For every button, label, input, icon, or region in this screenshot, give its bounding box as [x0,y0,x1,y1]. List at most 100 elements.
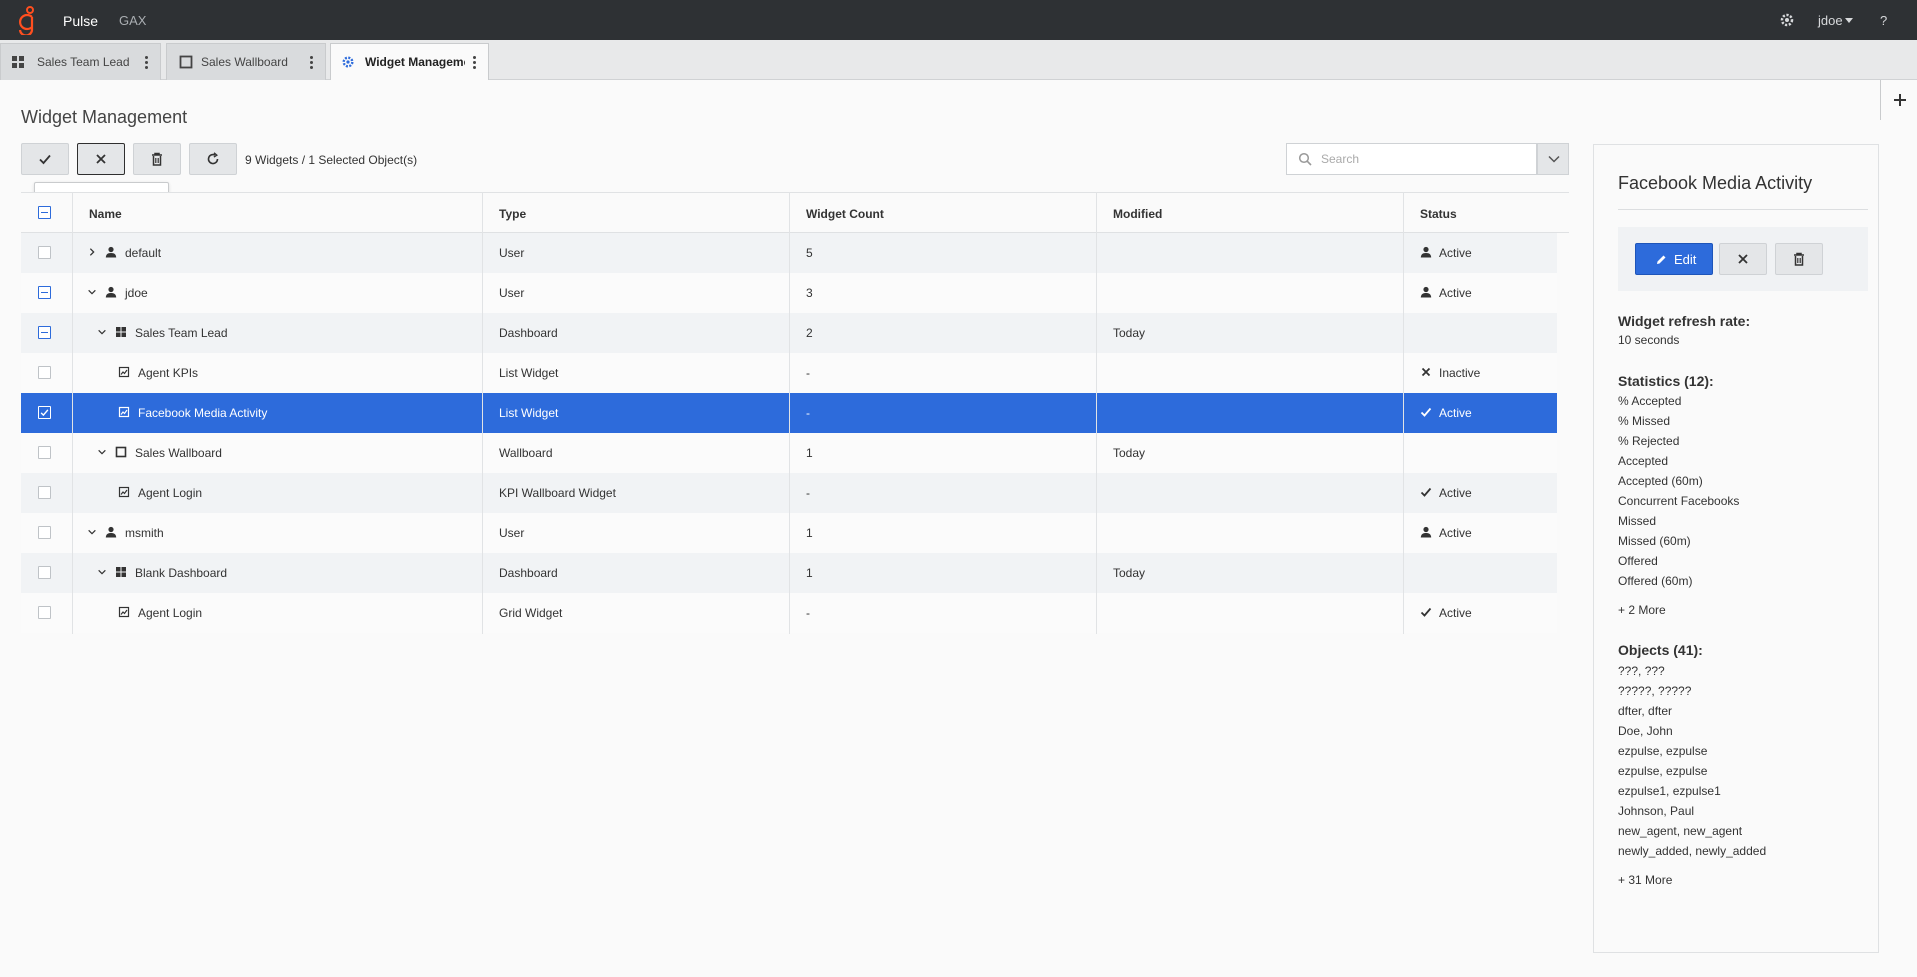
deactivate-button[interactable] [77,143,125,175]
gax-link[interactable]: GAX [119,13,146,28]
objects-heading: Objects (41): [1618,642,1703,658]
selection-summary: 9 Widgets / 1 Selected Object(s) [245,153,418,167]
row-count: 1 [806,566,813,580]
person-icon [105,286,117,298]
person-icon [105,246,117,258]
statistic-item: Accepted (60m) [1618,474,1703,488]
row-name: msmith [125,526,164,540]
tab-sales-wallboard[interactable]: Sales Wallboard [166,43,326,80]
column-header-status[interactable]: Status [1420,207,1457,221]
row-count: - [806,406,810,420]
widget-icon [118,366,130,378]
object-item: dfter, dfter [1618,704,1673,718]
column-header-widget-count[interactable]: Widget Count [806,207,884,221]
row-name: Agent Login [138,486,203,500]
search-input[interactable] [1321,150,1521,168]
tab-menu-icon[interactable] [308,54,314,72]
statistic-item: % Missed [1618,414,1671,428]
settings-gear-icon[interactable] [1778,11,1796,29]
column-divider [482,192,483,634]
row-type: List Widget [499,406,559,420]
column-header-name[interactable]: Name [89,207,122,221]
row-count: - [806,486,810,500]
person-icon [1420,246,1432,258]
delete-button[interactable] [133,143,181,175]
row-count: 1 [806,446,813,460]
chevron-down-icon[interactable] [97,327,107,337]
widget-icon [118,406,130,418]
check-icon [1420,407,1432,417]
top-bar: Pulse GAX jdoe ? [0,0,1917,40]
row-checkbox[interactable] [38,326,51,339]
tab-label: Widget Manageme [365,55,465,69]
row-modified: Today [1113,326,1146,340]
chevron-down-icon [1548,155,1560,163]
statistics-more-link[interactable]: + 2 More [1618,603,1666,617]
tab-widget-management[interactable]: Widget Manageme [330,43,489,80]
x-icon [1421,367,1431,377]
chevron-down-icon[interactable] [87,527,97,537]
row-checkbox[interactable] [38,366,51,379]
chevron-down-icon[interactable] [87,287,97,297]
row-status: Active [1439,486,1472,500]
statistics-heading: Statistics (12): [1618,373,1714,389]
chevron-down-icon[interactable] [97,447,107,457]
row-name: Sales Wallboard [135,446,222,460]
user-menu[interactable]: jdoe [1818,13,1843,28]
tab-menu-icon[interactable] [471,54,477,72]
row-checkbox[interactable] [38,286,51,299]
row-name: jdoe [125,286,148,300]
person-icon [1420,286,1432,298]
user-menu-caret-icon[interactable] [1845,18,1853,23]
column-divider [1403,192,1404,634]
app-name[interactable]: Pulse [63,13,98,29]
tab-menu-icon[interactable] [143,54,149,72]
add-tab-button[interactable] [1880,80,1917,120]
statistic-item: % Accepted [1618,394,1682,408]
column-header-modified[interactable]: Modified [1113,207,1162,221]
select-all-checkbox[interactable] [38,206,51,219]
statistic-item: Accepted [1618,454,1669,468]
row-checkbox[interactable] [38,406,51,419]
row-count: 2 [806,326,813,340]
row-checkbox[interactable] [38,566,51,579]
chevron-right-icon[interactable] [87,247,97,257]
row-type: User [499,246,525,260]
help-button[interactable]: ? [1880,13,1887,28]
tab-sales-team-lead[interactable]: Sales Team Lead [0,43,161,80]
column-header-type[interactable]: Type [499,207,526,221]
chevron-down-icon[interactable] [97,567,107,577]
statistic-item: Offered [1618,554,1658,568]
row-status: Active [1439,406,1472,420]
row-checkbox[interactable] [38,526,51,539]
row-checkbox[interactable] [38,606,51,619]
object-item: ezpulse, ezpulse [1618,764,1708,778]
row-checkbox[interactable] [38,446,51,459]
refresh-rate-heading: Widget refresh rate: [1618,313,1751,329]
objects-more-link[interactable]: + 31 More [1618,873,1672,887]
row-name: Agent Login [138,606,203,620]
check-icon [39,154,51,165]
dashboard-icon [116,327,126,337]
row-status: Active [1439,606,1472,620]
search-box[interactable] [1286,143,1537,175]
tab-label: Sales Wallboard [201,55,288,69]
row-name: Blank Dashboard [135,566,228,580]
search-filter-dropdown[interactable] [1537,143,1569,175]
row-status: Inactive [1439,366,1481,380]
column-divider [72,192,73,634]
row-count: 3 [806,286,813,300]
details-panel: Facebook Media Activity Edit Widget refr… [1593,144,1879,953]
refresh-button[interactable] [189,143,237,175]
dashboard-icon [12,56,24,68]
gear-icon [342,56,354,68]
row-count: 5 [806,246,813,260]
edit-button[interactable]: Edit [1635,243,1713,275]
genesys-logo-icon[interactable] [12,5,42,35]
row-checkbox[interactable] [38,246,51,259]
row-checkbox[interactable] [38,486,51,499]
delete-widget-button[interactable] [1775,243,1823,275]
deactivate-widget-button[interactable] [1719,243,1767,275]
activate-button[interactable] [21,143,69,175]
statistic-item: Missed [1618,514,1657,528]
